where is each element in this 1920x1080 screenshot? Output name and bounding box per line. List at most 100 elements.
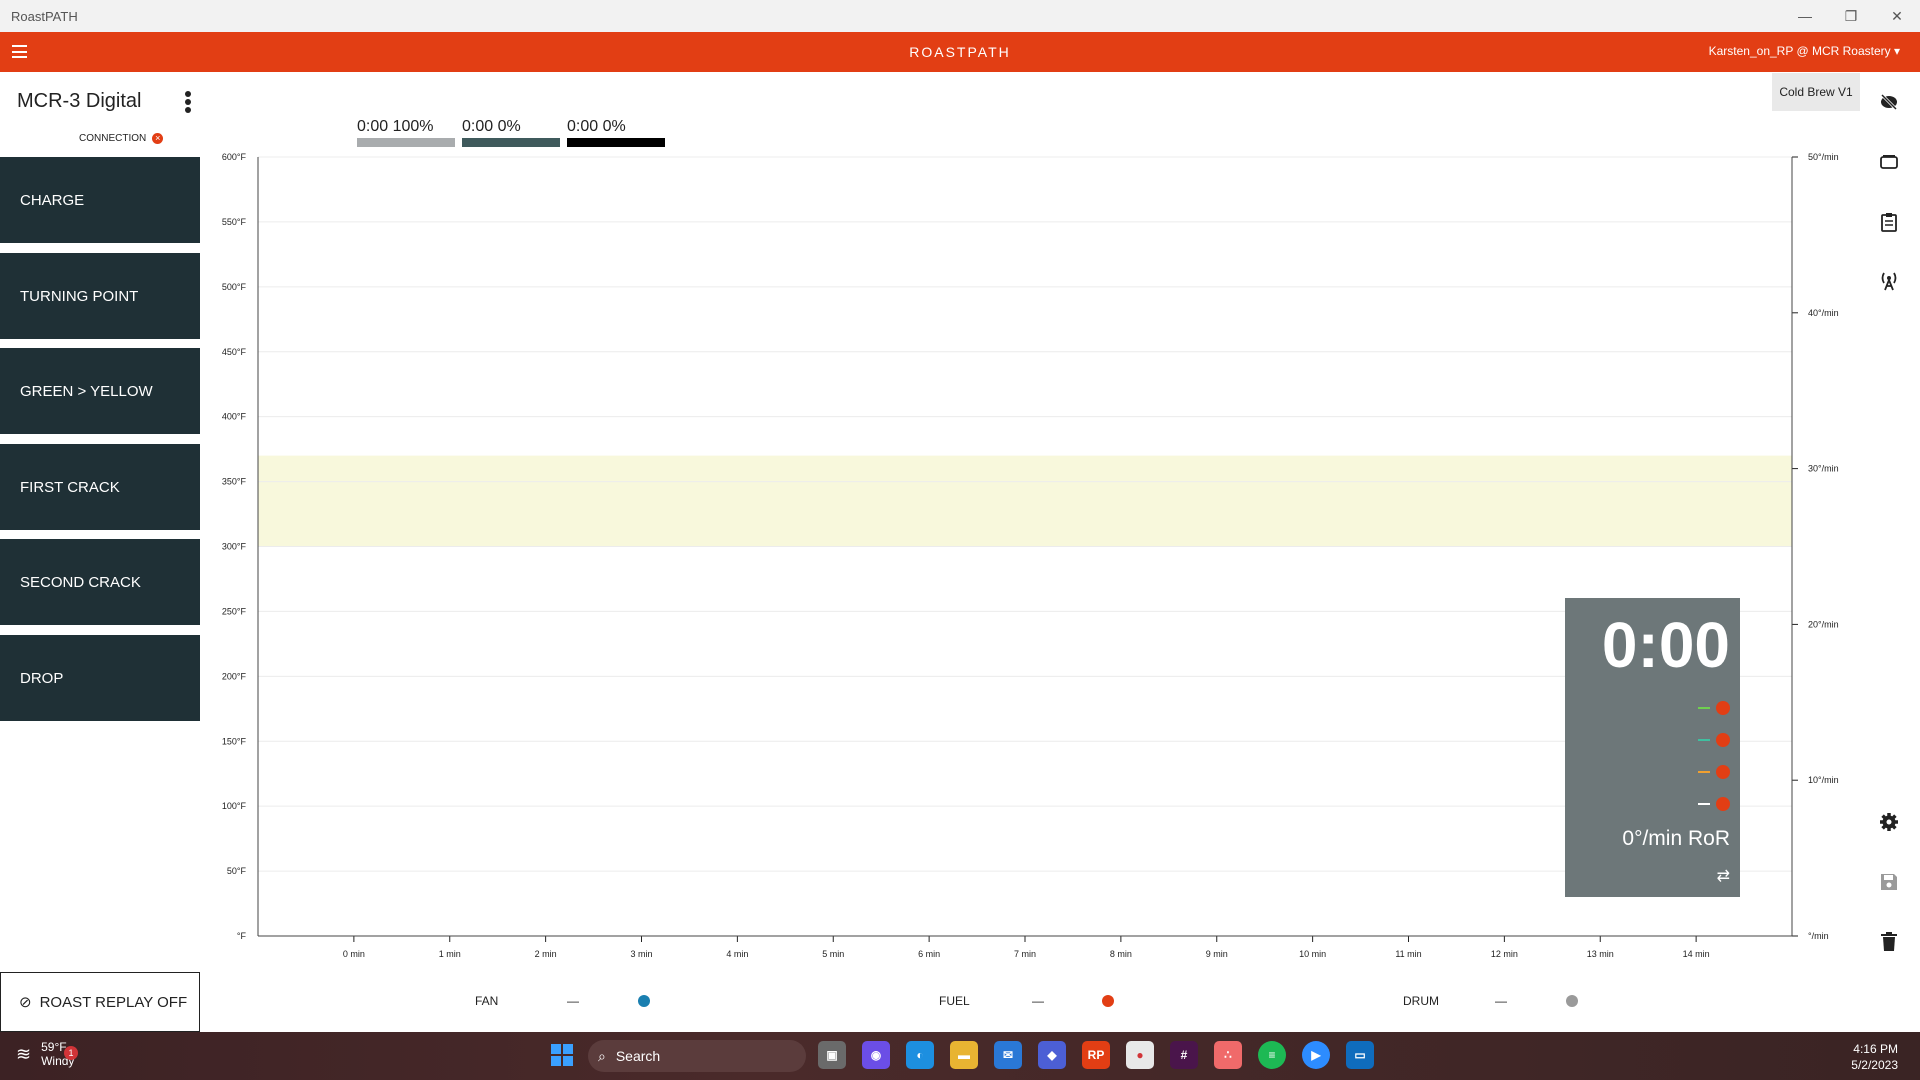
more-options-icon[interactable] (185, 91, 191, 113)
minimize-button[interactable]: — (1782, 0, 1828, 32)
fan-value: — (567, 994, 579, 1008)
probe-disconnected-icon (1716, 797, 1730, 811)
taskbar-search[interactable]: ⌕ Search (588, 1040, 806, 1072)
y-tick-label: 400°F (222, 412, 247, 422)
task-view-icon[interactable]: ▣ (818, 1041, 846, 1069)
mail-icon[interactable]: ✉ (994, 1041, 1022, 1069)
y-tick-label: 50°F (227, 866, 247, 876)
x-tick-label: 8 min (1110, 949, 1132, 959)
replay-label: ROAST REPLAY OFF (39, 993, 188, 1011)
event-label: SECOND CRACK (20, 573, 141, 591)
green-yellow-button[interactable]: GREEN > YELLOW (0, 348, 200, 434)
probe-dash (1698, 803, 1710, 805)
user-account-menu[interactable]: Karsten_on_RP @ MCR Roastery ▾ (1709, 44, 1900, 58)
fuel-value: — (1032, 994, 1044, 1008)
chrome-icon[interactable]: ● (1126, 1041, 1154, 1069)
search-label: Search (615, 1048, 661, 1064)
clock-time: 4:16 PM (1853, 1042, 1898, 1056)
y-tick-label: 450°F (222, 347, 247, 357)
x-tick-label: 6 min (918, 949, 940, 959)
drop-button[interactable]: DROP (0, 635, 200, 721)
x-tick-label: 1 min (439, 949, 461, 959)
search-icon: ⌕ (598, 1047, 606, 1064)
connection-label: CONNECTION (79, 133, 147, 144)
connection-status: CONNECTION × (79, 133, 164, 144)
spotify-icon[interactable]: ≡ (1258, 1041, 1286, 1069)
y-tick-label: 500°F (222, 282, 247, 292)
notification-badge: 1 (64, 1046, 78, 1060)
y-tick-label: 150°F (222, 736, 247, 746)
edge-icon[interactable]: ◐ (906, 1041, 934, 1069)
event-label: GREEN > YELLOW (20, 382, 153, 400)
fan-status-dot[interactable] (638, 995, 650, 1007)
rate-of-rise: 0°/min RoR (1622, 827, 1730, 850)
probe-row (1698, 797, 1730, 811)
x-tick-label: 11 min (1395, 949, 1421, 959)
roast-replay-button[interactable]: ⊘ ROAST REPLAY OFF (0, 972, 200, 1032)
y-tick-label: °F (237, 931, 247, 941)
y-tick-label: 350°F (222, 477, 247, 487)
teams-icon[interactable]: ◉ (862, 1041, 890, 1069)
screen-icon[interactable] (1878, 151, 1900, 173)
y2-tick-label: 10°/min (1808, 775, 1839, 785)
probe-row (1698, 733, 1730, 747)
roast-timer: 0:00 (1601, 609, 1730, 681)
profile-tab[interactable]: Cold Brew V1 (1772, 73, 1860, 111)
y2-tick-label: 50°/min (1808, 152, 1839, 162)
app-header: ROASTPATH Karsten_on_RP @ MCR Roastery ▾ (0, 32, 1920, 72)
notes-icon[interactable] (1878, 211, 1900, 233)
probe-disconnected-icon (1716, 701, 1730, 715)
app-window-icon[interactable]: ▭ (1346, 1041, 1374, 1069)
wind-icon: ≋ (16, 1043, 32, 1064)
event-label: TURNING POINT (20, 287, 139, 305)
drum-status-dot[interactable] (1566, 995, 1578, 1007)
y-tick-label: 250°F (222, 606, 247, 616)
windows-start-icon[interactable] (548, 1041, 576, 1069)
app-icon[interactable]: ◆ (1038, 1041, 1066, 1069)
no-view-icon[interactable] (1878, 91, 1900, 113)
probe-dash (1698, 771, 1710, 773)
machine-name: MCR-3 Digital (17, 90, 142, 112)
system-clock[interactable]: 4:16 PM 5/2/2023 (1851, 1041, 1898, 1073)
first-crack-button[interactable]: FIRST CRACK (0, 444, 200, 530)
roast-timer-panel: 0:00 0°/min RoR ⇄ (1565, 598, 1740, 897)
event-label: FIRST CRACK (20, 478, 120, 496)
probe-row (1698, 701, 1730, 715)
zoom-icon[interactable]: ▶ (1302, 1041, 1330, 1069)
window-controls: — ❐ ✕ (1782, 0, 1920, 32)
fan-label: FAN (475, 994, 499, 1008)
broadcast-icon[interactable] (1878, 270, 1900, 292)
slack-icon[interactable]: # (1170, 1041, 1198, 1069)
x-tick-label: 7 min (1014, 949, 1036, 959)
y2-tick-label: 30°/min (1808, 464, 1839, 474)
probe-disconnected-icon (1716, 765, 1730, 779)
roastpath-taskbar-icon[interactable]: RP (1082, 1041, 1110, 1069)
y2-tick-label: 40°/min (1808, 308, 1839, 318)
drum-value: — (1495, 994, 1507, 1008)
gear-icon[interactable] (1878, 811, 1900, 833)
event-label: CHARGE (20, 191, 85, 209)
x-tick-label: 9 min (1206, 949, 1228, 959)
brand-logo: ROASTPATH (909, 44, 1011, 60)
y2-tick-label: 20°/min (1808, 619, 1839, 629)
x-tick-label: 12 min (1491, 949, 1518, 959)
probe-disconnected-icon (1716, 733, 1730, 747)
swap-icon[interactable]: ⇄ (1717, 866, 1730, 886)
clock-date: 5/2/2023 (1851, 1058, 1898, 1072)
y-tick-label: 550°F (222, 217, 247, 227)
close-button[interactable]: ✕ (1874, 0, 1920, 32)
y2-tick-label: °/min (1808, 931, 1829, 941)
x-tick-label: 14 min (1683, 949, 1710, 959)
fuel-status-dot[interactable] (1102, 995, 1114, 1007)
save-icon[interactable] (1878, 871, 1900, 893)
y-tick-label: 600°F (222, 152, 247, 162)
hamburger-menu-icon[interactable] (12, 45, 27, 58)
file-explorer-icon[interactable]: ▬ (950, 1041, 978, 1069)
turning-point-button[interactable]: TURNING POINT (0, 253, 200, 339)
trash-icon[interactable] (1878, 931, 1900, 953)
charge-button[interactable]: CHARGE (0, 157, 200, 243)
asana-icon[interactable]: ∴ (1214, 1041, 1242, 1069)
y-tick-label: 300°F (222, 542, 247, 552)
second-crack-button[interactable]: SECOND CRACK (0, 539, 200, 625)
maximize-button[interactable]: ❐ (1828, 0, 1874, 32)
